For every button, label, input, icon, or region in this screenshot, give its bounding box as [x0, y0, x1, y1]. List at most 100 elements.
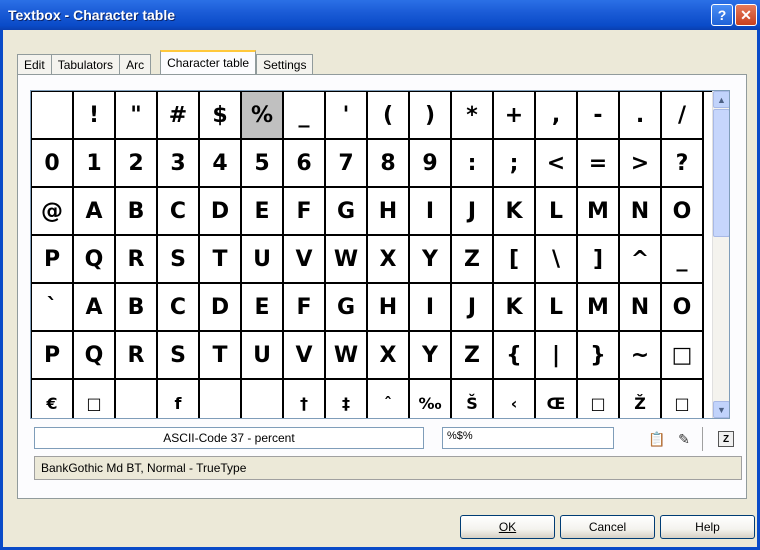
- char-cell[interactable]: V: [284, 332, 326, 380]
- char-cell[interactable]: Ž: [620, 380, 662, 418]
- char-cell[interactable]: Œ: [536, 380, 578, 418]
- char-cell[interactable]: J: [452, 284, 494, 332]
- cancel-button[interactable]: Cancel: [560, 515, 655, 539]
- char-cell[interactable]: ': [326, 92, 368, 140]
- char-cell[interactable]: [32, 92, 74, 140]
- char-cell[interactable]: 8: [368, 140, 410, 188]
- char-cell[interactable]: ;: [494, 140, 536, 188]
- char-cell[interactable]: I: [410, 188, 452, 236]
- char-cell[interactable]: P: [32, 332, 74, 380]
- char-cell[interactable]: *: [452, 92, 494, 140]
- char-cell[interactable]: #: [158, 92, 200, 140]
- char-cell[interactable]: H: [368, 188, 410, 236]
- char-cell[interactable]: D: [200, 284, 242, 332]
- char-cell[interactable]: ,: [536, 92, 578, 140]
- char-cell[interactable]: \: [536, 236, 578, 284]
- char-cell[interactable]: `: [32, 284, 74, 332]
- char-cell[interactable]: D: [200, 188, 242, 236]
- char-cell[interactable]: N: [620, 284, 662, 332]
- char-cell[interactable]: !: [74, 92, 116, 140]
- char-cell[interactable]: 0: [32, 140, 74, 188]
- char-cell[interactable]: Q: [74, 236, 116, 284]
- z-icon[interactable]: Z: [718, 431, 734, 447]
- char-cell[interactable]: ^: [620, 236, 662, 284]
- char-cell[interactable]: C: [158, 284, 200, 332]
- char-cell[interactable]: ~: [620, 332, 662, 380]
- char-cell[interactable]: W: [326, 332, 368, 380]
- char-cell[interactable]: B: [116, 188, 158, 236]
- char-cell[interactable]: >: [620, 140, 662, 188]
- char-cell[interactable]: U: [242, 332, 284, 380]
- char-cell[interactable]: †: [284, 380, 326, 418]
- char-cell[interactable]: /: [662, 92, 704, 140]
- char-cell[interactable]: Z: [452, 236, 494, 284]
- scroll-thumb[interactable]: [713, 109, 729, 237]
- char-cell[interactable]: $: [200, 92, 242, 140]
- char-cell[interactable]: O: [662, 284, 704, 332]
- char-cell[interactable]: A: [74, 188, 116, 236]
- char-cell[interactable]: F: [284, 188, 326, 236]
- char-cell[interactable]: U: [242, 236, 284, 284]
- char-cell[interactable]: □: [74, 380, 116, 418]
- char-cell[interactable]: 7: [326, 140, 368, 188]
- char-cell[interactable]: .: [620, 92, 662, 140]
- char-cell[interactable]: P: [32, 236, 74, 284]
- char-cell[interactable]: -: [578, 92, 620, 140]
- char-cell[interactable]: [: [494, 236, 536, 284]
- char-cell[interactable]: Š: [452, 380, 494, 418]
- char-cell[interactable]: I: [410, 284, 452, 332]
- char-cell[interactable]: ‡: [326, 380, 368, 418]
- char-cell[interactable]: ?: [662, 140, 704, 188]
- char-cell[interactable]: N: [620, 188, 662, 236]
- char-cell[interactable]: <: [536, 140, 578, 188]
- char-cell[interactable]: @: [32, 188, 74, 236]
- char-cell[interactable]: □: [662, 332, 704, 380]
- char-cell[interactable]: 1: [74, 140, 116, 188]
- char-cell[interactable]: ‰: [410, 380, 452, 418]
- char-cell[interactable]: R: [116, 236, 158, 284]
- tab-edit[interactable]: Edit: [17, 54, 52, 74]
- tab-tabulators[interactable]: Tabulators: [50, 54, 121, 74]
- vertical-scrollbar[interactable]: ▲ ▼: [712, 91, 729, 418]
- char-cell[interactable]: H: [368, 284, 410, 332]
- char-cell[interactable]: [200, 380, 242, 418]
- char-cell[interactable]: E: [242, 284, 284, 332]
- char-cell[interactable]: Z: [452, 332, 494, 380]
- ok-button[interactable]: OK: [460, 515, 555, 539]
- char-cell[interactable]: :: [452, 140, 494, 188]
- char-cell[interactable]: ": [116, 92, 158, 140]
- char-cell[interactable]: Q: [74, 332, 116, 380]
- help-title-button[interactable]: ?: [711, 4, 733, 26]
- char-cell[interactable]: }: [578, 332, 620, 380]
- char-cell[interactable]: □: [578, 380, 620, 418]
- char-cell[interactable]: f: [158, 380, 200, 418]
- char-cell[interactable]: M: [578, 284, 620, 332]
- char-cell[interactable]: G: [326, 284, 368, 332]
- char-cell[interactable]: L: [536, 188, 578, 236]
- char-cell[interactable]: 3: [158, 140, 200, 188]
- scroll-down-button[interactable]: ▼: [713, 401, 729, 418]
- char-cell[interactable]: ˆ: [368, 380, 410, 418]
- tab-settings[interactable]: Settings: [256, 54, 314, 74]
- char-cell[interactable]: R: [116, 332, 158, 380]
- help-button[interactable]: Help: [660, 515, 755, 539]
- close-button[interactable]: ✕: [735, 4, 757, 26]
- char-cell[interactable]: €: [32, 380, 74, 418]
- char-cell[interactable]: G: [326, 188, 368, 236]
- char-cell[interactable]: %: [242, 92, 284, 140]
- char-cell[interactable]: S: [158, 236, 200, 284]
- tab-character-table[interactable]: Character table: [160, 50, 257, 74]
- char-cell[interactable]: F: [284, 284, 326, 332]
- code-input[interactable]: %$%: [442, 427, 614, 449]
- char-cell[interactable]: _: [284, 92, 326, 140]
- char-cell[interactable]: 6: [284, 140, 326, 188]
- char-cell[interactable]: 9: [410, 140, 452, 188]
- erase-icon[interactable]: ✎: [673, 429, 695, 449]
- char-cell[interactable]: ]: [578, 236, 620, 284]
- char-cell[interactable]: T: [200, 332, 242, 380]
- char-cell[interactable]: [116, 380, 158, 418]
- char-cell[interactable]: {: [494, 332, 536, 380]
- char-cell[interactable]: B: [116, 284, 158, 332]
- char-cell[interactable]: ‹: [494, 380, 536, 418]
- char-cell[interactable]: K: [494, 188, 536, 236]
